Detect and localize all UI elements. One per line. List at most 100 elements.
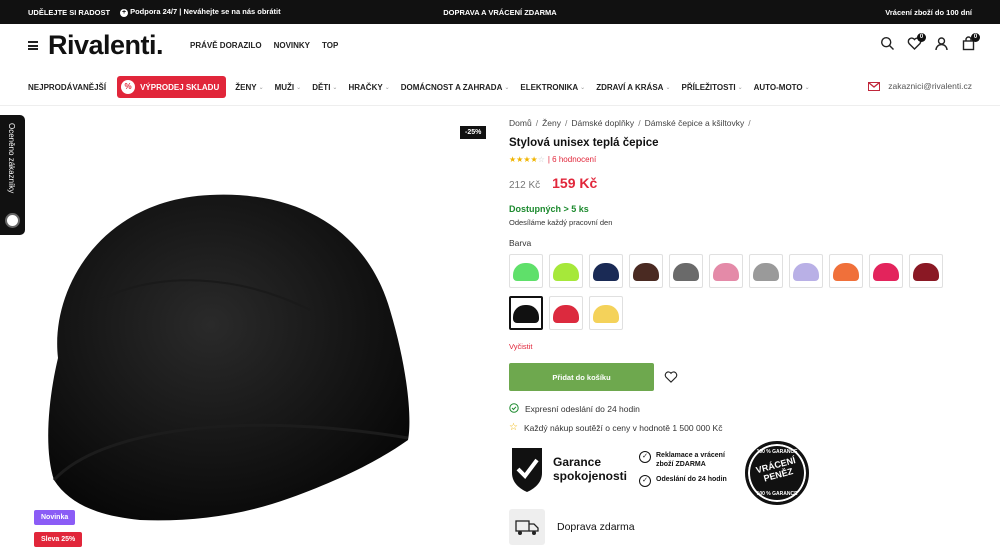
wishlist-count: 0 (917, 33, 926, 42)
check-icon: ✓ (639, 451, 651, 463)
search-icon[interactable] (880, 36, 895, 51)
reviews-side-tab[interactable]: Oceněno zákazníky (0, 115, 25, 235)
color-swatch[interactable] (629, 254, 663, 288)
current-price: 159 Kč (552, 175, 598, 191)
breadcrumb-accessories[interactable]: Dámské doplňky (571, 118, 634, 128)
breadcrumb-hats[interactable]: Dámské čepice a kšiltovky (645, 118, 745, 128)
contact-email[interactable]: zakaznici@rivalenti.cz (868, 81, 972, 91)
product-image[interactable] (40, 180, 420, 525)
guarantee-block: Garance spokojenosti ✓ Reklamace a vráce… (509, 441, 979, 505)
nav-auto-moto[interactable]: AUTO-MOTO ⌄ (754, 83, 810, 92)
beanie-thumbnail (553, 305, 579, 323)
mail-icon (868, 81, 881, 91)
old-price: 212 Kč (509, 180, 541, 191)
delivery-text: Doprava zdarma (557, 521, 635, 533)
breadcrumb-women[interactable]: Ženy (542, 118, 561, 128)
nav-bestsellers[interactable]: NEJPRODÁVANĚJŠÍ (28, 83, 106, 92)
money-back-stamp: 100 % GARANCE VRÁCENÍ PENĚZ 100 % GARANCE (745, 441, 809, 505)
nav-top[interactable]: TOP (322, 41, 338, 50)
product-title: Stylová unisex teplá čepice (509, 137, 659, 149)
price-block: 212 Kč 159 Kč (509, 175, 979, 191)
returns-text: Vrácení zboží do 100 dní (885, 7, 972, 17)
shipping-note: Odesíláme každý pracovní den (509, 218, 613, 227)
percent-icon: % (121, 80, 136, 94)
breadcrumb: Domů / Ženy / Dámské doplňky / Dámské čepice a… (509, 118, 751, 128)
breadcrumb-home[interactable]: Domů (509, 118, 532, 128)
color-swatch[interactable] (909, 254, 943, 288)
nav-occasions[interactable]: PŘÍLEŽITOSTI ⌄ (681, 83, 742, 92)
support-link[interactable]: + Podpora 24/7 | Neváhejte se na nás obrá… (120, 7, 281, 17)
wishlist-icon[interactable]: 0 (907, 33, 926, 51)
top-bar: UDĚLEJTE SI RADOST + Podpora 24/7 | Neváh… (0, 0, 1000, 24)
chevron-down-icon: ⌄ (504, 84, 510, 91)
check-shipping: ✓ Odeslání do 24 hodin (639, 475, 727, 487)
color-swatch[interactable] (669, 254, 703, 288)
color-swatch[interactable] (869, 254, 903, 288)
plus-icon: + (120, 9, 129, 17)
cart-icon[interactable]: 0 (961, 33, 980, 51)
category-nav: NEJPRODÁVANĚJŠÍ % VÝPRODEJ SKLADU ŽENY ⌄ … (0, 68, 1000, 106)
beanie-thumbnail (673, 263, 699, 281)
nav-electronics[interactable]: ELEKTRONIKA ⌄ (520, 83, 585, 92)
reviews-link[interactable]: | 6 hodnocení (548, 155, 596, 164)
color-swatch[interactable] (709, 254, 743, 288)
beanie-thumbnail (593, 305, 619, 323)
cart-count: 0 (971, 33, 980, 42)
nav-kids[interactable]: DĚTI ⌄ (312, 83, 337, 92)
menu-icon[interactable] (28, 41, 38, 50)
chevron-down-icon: ⌄ (332, 84, 338, 91)
nav-new-arrivals[interactable]: PRÁVĚ DORAZILO (190, 41, 262, 50)
color-swatch[interactable] (589, 254, 623, 288)
color-swatch[interactable] (549, 254, 583, 288)
check-returns: ✓ Reklamace a vrácení zboží ZDARMA (639, 451, 725, 469)
nav-women[interactable]: ŽENY ⌄ (235, 83, 263, 92)
color-swatch[interactable] (589, 296, 623, 330)
email-text: zakaznici@rivalenti.cz (888, 81, 972, 91)
color-swatch[interactable] (549, 296, 583, 330)
shield-check-icon (509, 445, 545, 493)
nav-health-beauty[interactable]: ZDRAVÍ A KRÁSA ⌄ (596, 83, 670, 92)
guarantee-text: Garance spokojenosti (553, 455, 628, 483)
sale-button[interactable]: % VÝPRODEJ SKLADU (117, 76, 227, 98)
add-to-cart-button[interactable]: Přidat do košíku (509, 363, 654, 391)
site-header: Rivalenti. PRÁVĚ DORAZILO NOVINKY TOP 0 … (0, 24, 1000, 68)
header-nav: PRÁVĚ DORAZILO NOVINKY TOP (190, 41, 338, 50)
chevron-down-icon: ⌄ (258, 84, 264, 91)
chevron-down-icon: ⌄ (804, 84, 810, 91)
sale-label: VÝPRODEJ SKLADU (140, 82, 220, 92)
nav-men[interactable]: MUŽI ⌄ (275, 83, 302, 92)
chevron-down-icon: ⌄ (665, 84, 671, 91)
wishlist-heart-icon[interactable] (664, 370, 678, 384)
variant-label: Barva (509, 238, 532, 248)
chevron-down-icon: ⌄ (384, 84, 390, 91)
product-info: Domů / Ženy / Dámské doplňky / Dámské čepice a… (509, 118, 979, 545)
color-swatch[interactable] (789, 254, 823, 288)
color-swatch[interactable] (829, 254, 863, 288)
nav-news[interactable]: NOVINKY (274, 41, 310, 50)
award-seal-icon (5, 213, 20, 228)
beanie-thumbnail (713, 263, 739, 281)
star-rating-icon: ★★★★☆ (509, 155, 545, 164)
beanie-thumbnail (793, 263, 819, 281)
feature-express: Expresní odeslání do 24 hodin (509, 403, 979, 415)
beanie-thumbnail (833, 263, 859, 281)
color-swatch[interactable] (749, 254, 783, 288)
nav-home-garden[interactable]: DOMÁCNOST A ZAHRADA ⌄ (401, 83, 510, 92)
discount-badge: -25% (460, 126, 487, 139)
beanie-thumbnail (513, 305, 539, 323)
clear-selection-link[interactable]: Vyčistit (509, 342, 979, 351)
chevron-down-icon: ⌄ (580, 84, 586, 91)
color-swatches (509, 254, 979, 330)
beanie-thumbnail (553, 263, 579, 281)
account-icon[interactable] (934, 36, 949, 51)
beanie-thumbnail (913, 263, 939, 281)
nav-toys[interactable]: HRAČKY ⌄ (348, 83, 389, 92)
rating[interactable]: ★★★★☆ | 6 hodnocení (509, 155, 979, 164)
chevron-down-icon: ⌄ (737, 84, 743, 91)
free-delivery: Doprava zdarma (509, 509, 979, 545)
logo[interactable]: Rivalenti. (48, 30, 164, 61)
color-swatch[interactable] (509, 254, 543, 288)
chevron-down-icon: ⌄ (296, 84, 302, 91)
color-swatch[interactable] (509, 296, 543, 330)
feature-contest: ☆ Každý nákup soutěží o ceny v hodnotě 1… (509, 422, 723, 433)
